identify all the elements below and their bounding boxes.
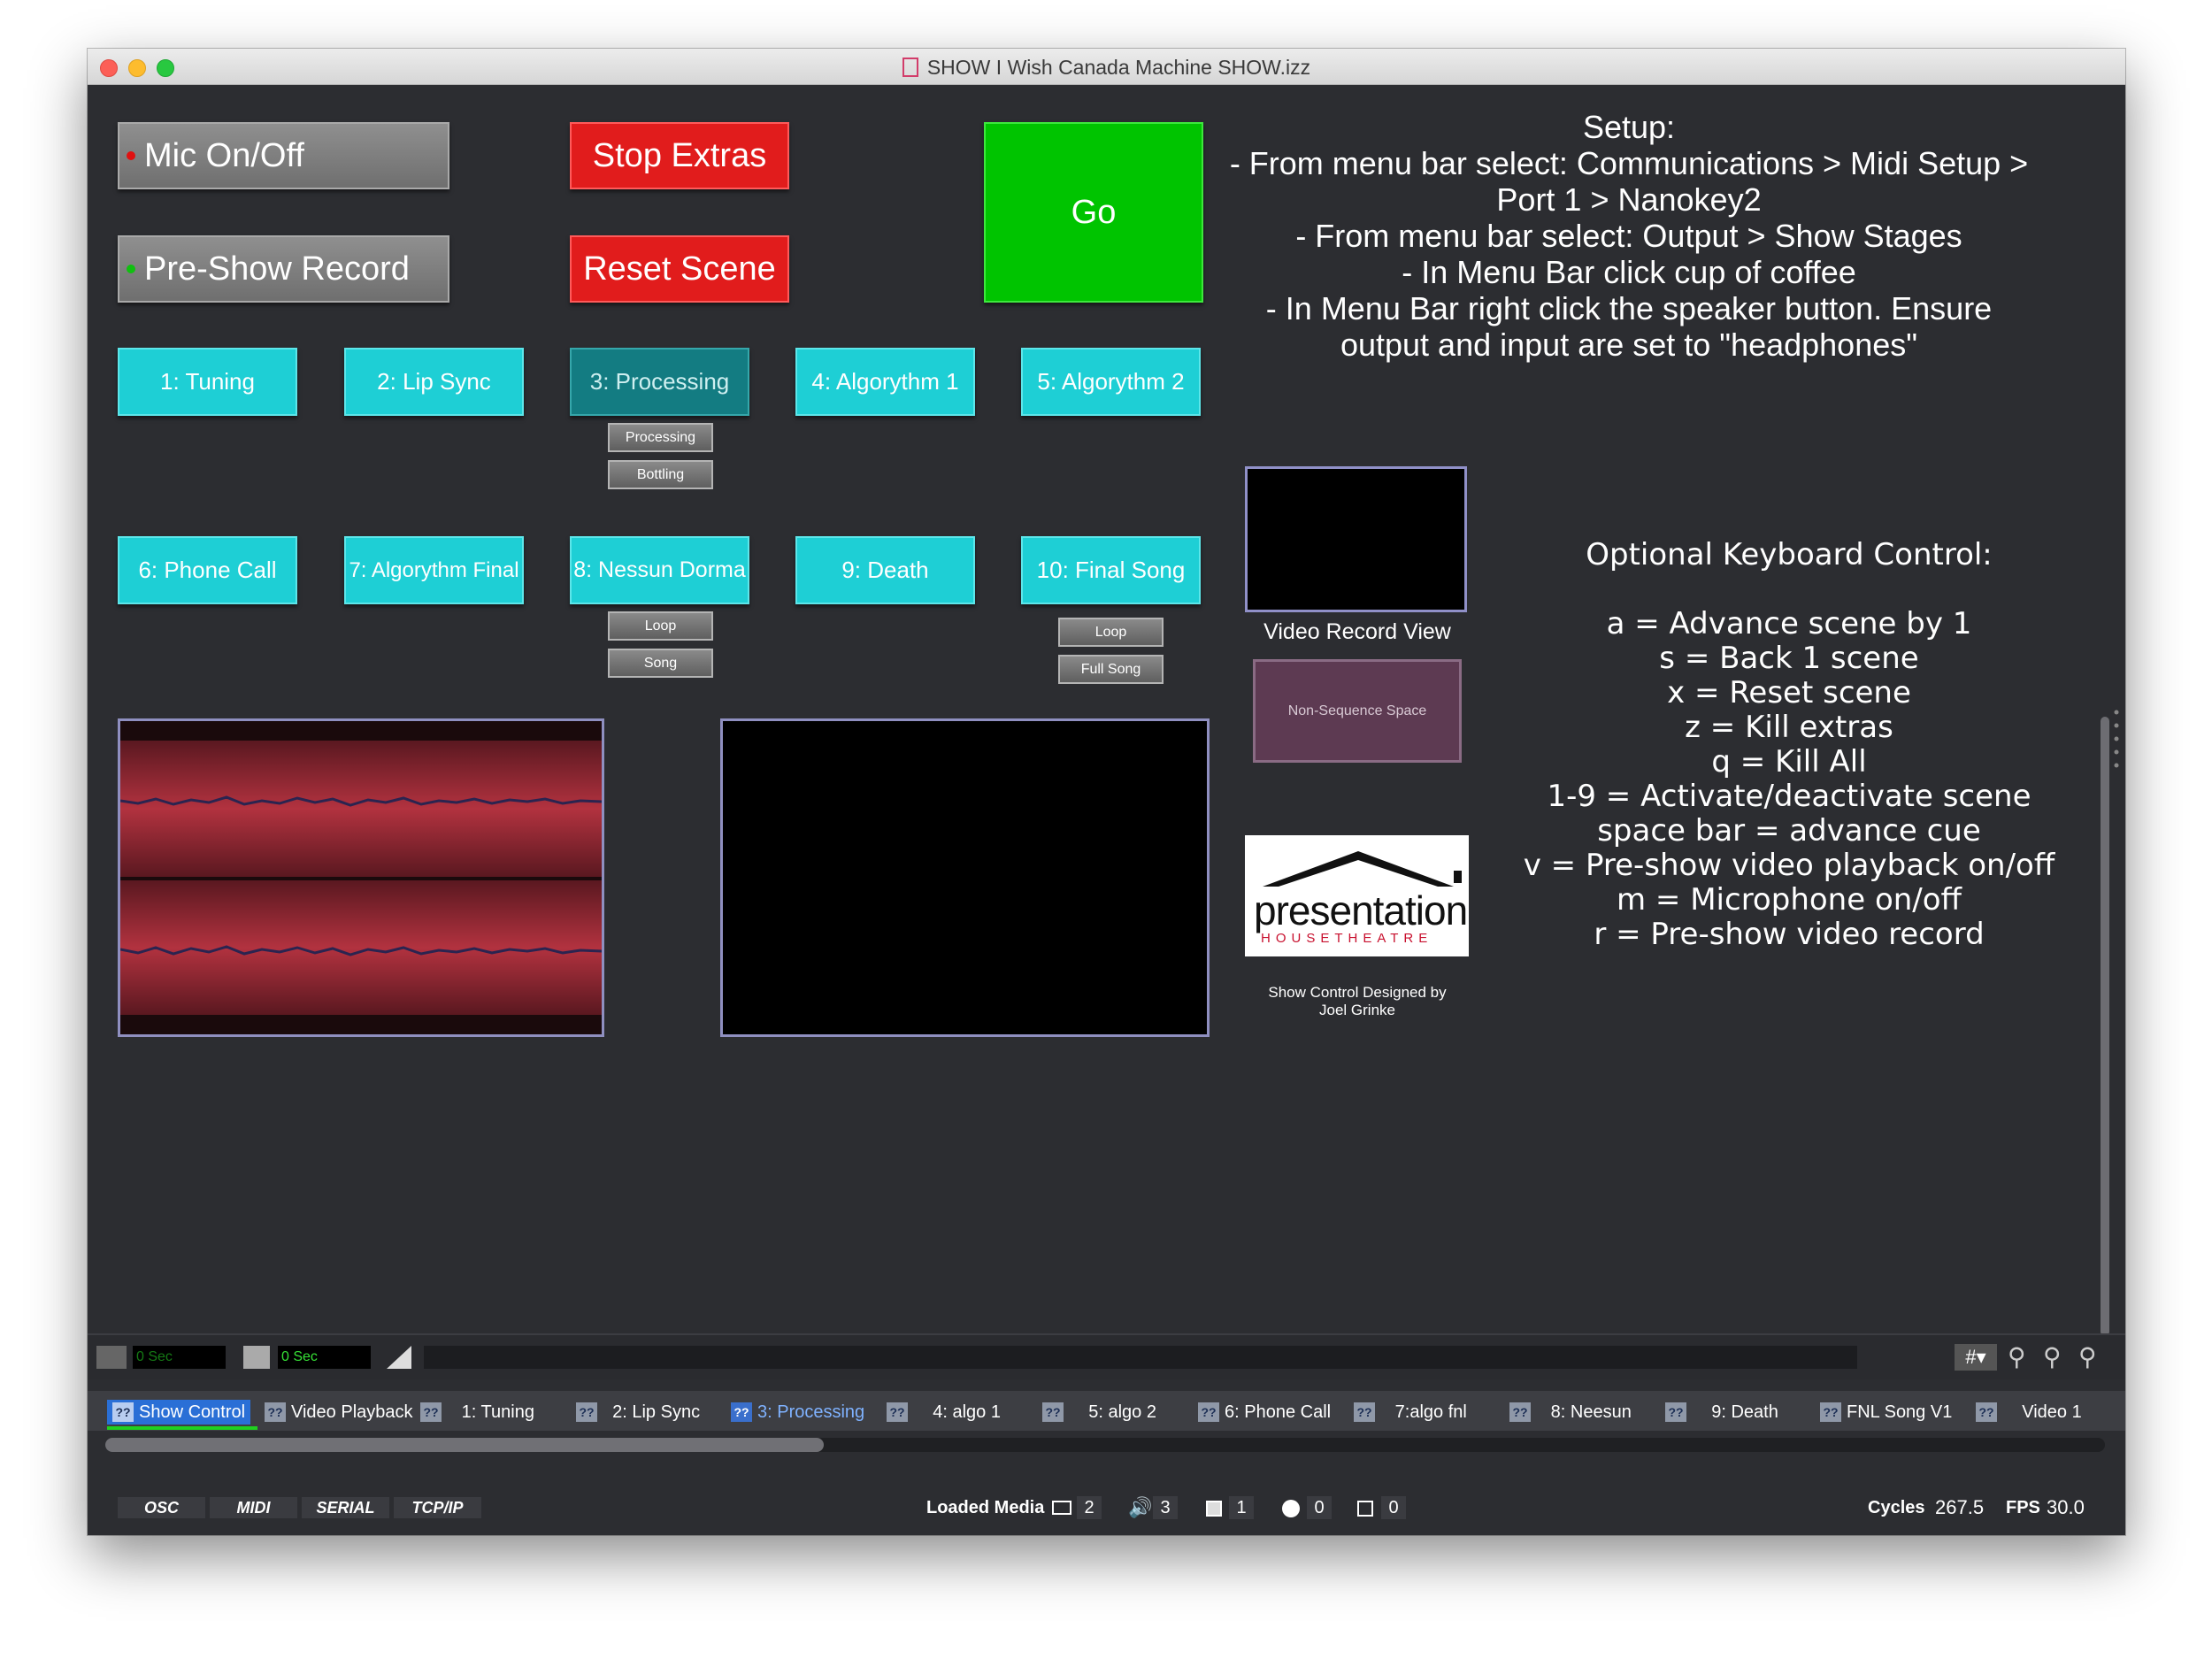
transport-bar: 0 Sec 0 Sec #▾ ⚲ ⚲ ⚲ [88,1333,2125,1379]
app-window: SHOW I Wish Canada Machine SHOW.izz Mic … [88,49,2125,1535]
tab-processing[interactable]: ?? 3: Processing [731,1400,864,1425]
midi-button[interactable]: MIDI [210,1497,297,1518]
fps-value: 30.0 [2047,1496,2085,1518]
zoom-fit-icon[interactable]: ⚲ [2043,1342,2062,1371]
keyboard-help: Optional Keyboard Control: a = Advance s… [1523,537,2055,952]
tab-show-control[interactable]: ?? Show Control [107,1400,251,1425]
cycles-label: Cycles [1868,1498,1925,1517]
stop-extras-button[interactable]: Stop Extras [570,122,789,189]
tab-neesun[interactable]: ?? 8: Neesun [1509,1400,1632,1425]
tab-lip-sync[interactable]: ?? 2: Lip Sync [576,1400,700,1425]
time-readout-1: 0 Sec [133,1346,226,1369]
setup-instructions: Setup: - From menu bar select: Communica… [1229,109,2029,363]
fps-label: FPS [2006,1498,2040,1517]
waveform-graphic [120,741,602,1015]
horizontal-scrollbar-track[interactable] [105,1438,2105,1452]
timeline-track[interactable] [424,1346,1857,1369]
video-media-icon [1052,1501,1071,1515]
loaded-media-label: Loaded Media [926,1498,1045,1517]
audio-waveform-view [118,718,604,1037]
scene-6-button[interactable]: 6: Phone Call [118,536,297,604]
fade-ramp-icon[interactable] [387,1346,411,1369]
object-count: 0 [1381,1496,1406,1519]
resize-grip-icon[interactable] [2114,708,2119,779]
preshow-record-button[interactable]: Pre-Show Record [118,235,449,303]
other-media-icon [1282,1500,1300,1517]
scene-2-button[interactable]: 2: Lip Sync [344,348,524,416]
serial-button[interactable]: SERIAL [302,1497,389,1518]
tab-fnl-song[interactable]: ?? FNL Song V1 [1820,1400,1952,1425]
tab-death[interactable]: ?? 9: Death [1665,1400,1778,1425]
tab-algo-final[interactable]: ?? 7:algo fnl [1354,1400,1467,1425]
tab-tuning[interactable]: ?? 1: Tuning [420,1400,534,1425]
object-media-icon [1357,1501,1373,1517]
scene-tab-bar: ?? Show Control ?? Video Playback ?? 1: Tu… [88,1391,2125,1431]
title-bar: SHOW I Wish Canada Machine SHOW.izz [88,49,2125,85]
tab-video-playback[interactable]: ?? Video Playback [265,1400,413,1425]
zoom-out-icon[interactable]: ⚲ [2008,1342,2026,1371]
video-output-view [720,718,1210,1037]
mail-icon[interactable] [243,1346,270,1369]
scene-1-button[interactable]: 1: Tuning [118,348,297,416]
mic-status-dot [127,151,135,160]
scene-4-button[interactable]: 4: Algorythm 1 [795,348,975,416]
record-status-dot [127,265,135,273]
video-count: 2 [1077,1496,1102,1519]
loop-button-scene-8[interactable]: Loop [608,611,713,641]
window-title: SHOW I Wish Canada Machine SHOW.izz [88,56,2125,80]
audio-media-icon: 🔊 [1128,1496,1153,1518]
reset-scene-button[interactable]: Reset Scene [570,235,789,303]
grip-dots [2114,710,2119,768]
document-icon [902,58,918,77]
time-readout-2: 0 Sec [278,1346,371,1369]
scene-9-button[interactable]: 9: Death [795,536,975,604]
scene-7-button[interactable]: 7: Algorythm Final [344,536,524,604]
tab-algo-1[interactable]: ?? 4: algo 1 [887,1400,1001,1425]
scene-10-button[interactable]: 10: Final Song [1021,536,1201,604]
image-media-icon [1206,1501,1222,1517]
tab-algo-2[interactable]: ?? 5: algo 2 [1042,1400,1156,1425]
horizontal-scrollbar-thumb[interactable] [105,1438,824,1452]
credit-text: Show Control Designed by Joel Grinke [1268,984,1447,1018]
scene-3-button[interactable]: 3: Processing [570,348,749,416]
processing-button[interactable]: Processing [608,423,713,452]
song-button[interactable]: Song [608,649,713,678]
image-count: 1 [1229,1496,1254,1519]
mute-audio-icon[interactable] [96,1346,127,1369]
scene-8-button[interactable]: 8: Nessun Dorma [570,536,749,604]
loop-button-scene-10[interactable]: Loop [1058,618,1164,647]
active-tab-indicator [107,1426,257,1430]
cycles-value: 267.5 [1935,1496,1985,1518]
other-count: 0 [1307,1496,1332,1519]
tab-phone-call[interactable]: ?? 6: Phone Call [1198,1400,1331,1425]
bottling-button[interactable]: Bottling [608,460,713,489]
audio-count: 3 [1153,1496,1178,1519]
full-song-button[interactable]: Full Song [1058,655,1164,684]
zoom-in-icon[interactable]: ⚲ [2078,1342,2097,1371]
tcpip-button[interactable]: TCP/IP [394,1497,481,1518]
osc-button[interactable]: OSC [118,1497,205,1518]
vertical-scrollbar[interactable] [2101,717,2109,1336]
tab-video-1[interactable]: ?? Video 1 [1976,1400,2082,1425]
grid-menu-button[interactable]: #▾ [1955,1344,1997,1371]
mic-toggle-button[interactable]: Mic On/Off [118,122,449,189]
